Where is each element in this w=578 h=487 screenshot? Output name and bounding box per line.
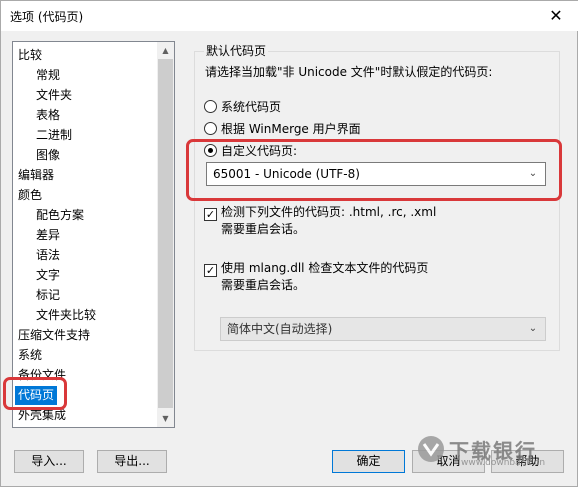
ok-button[interactable]: 确定: [332, 450, 405, 473]
checkbox-checked-icon[interactable]: ✓: [204, 264, 217, 277]
tree-item[interactable]: 表格: [33, 106, 63, 125]
watermark: 下载银行 www.downbank.cn: [417, 432, 567, 468]
watermark-url: www.downbank.cn: [461, 458, 546, 468]
options-dialog: 选项 (代码页) ✕ ▲ ▼ 比较 常规 文件夹 表格 二进制 图像 编辑器 颜色 配色方案 差异…: [0, 0, 578, 487]
codepage-description: 请选择当加载"非 Unicode 文件"时默认假定的代码页:: [205, 65, 493, 79]
highlight-custom-codepage: [186, 139, 562, 201]
radio-icon[interactable]: [204, 100, 217, 113]
detect-codepage-label: 检测下列文件的代码页: .html, .rc, .xml: [221, 205, 437, 219]
highlight-codepage-item: [3, 377, 67, 410]
mlang-label: 使用 mlang.dll 检查文本文件的代码页: [221, 261, 429, 275]
scroll-thumb[interactable]: [158, 59, 173, 408]
watermark-logo-icon: [418, 436, 444, 462]
chevron-down-icon: ⌄: [528, 323, 538, 334]
autodetect-language-value: 简体中文(自动选择): [227, 322, 333, 336]
tree-item[interactable]: 压缩文件支持: [15, 326, 93, 345]
tree-item[interactable]: 编辑器: [15, 166, 57, 185]
window-title: 选项 (代码页): [10, 10, 84, 24]
tree-item[interactable]: 图像: [33, 146, 63, 165]
mlang-restart-note: 需要重启会话。: [221, 278, 306, 292]
close-button[interactable]: ✕: [533, 1, 578, 31]
tree-item[interactable]: 文字: [33, 266, 63, 285]
tree-item[interactable]: 常规: [33, 66, 63, 85]
scroll-down-icon[interactable]: ▼: [157, 410, 174, 427]
tree-item[interactable]: 二进制: [33, 126, 75, 145]
category-tree[interactable]: ▲ ▼ 比较 常规 文件夹 表格 二进制 图像 编辑器 颜色 配色方案 差异 语法 文字 标记 文件夹比较…: [12, 41, 175, 428]
detect-codepage-checkbox-row[interactable]: ✓ 检测下列文件的代码页: .html, .rc, .xml: [204, 204, 436, 221]
tree-scrollbar[interactable]: ▲ ▼: [157, 42, 174, 427]
radio-system-codepage[interactable]: 系统代码页: [204, 99, 281, 115]
autodetect-language-select[interactable]: 简体中文(自动选择) ⌄: [220, 317, 546, 341]
checkbox-checked-icon[interactable]: ✓: [204, 208, 217, 221]
radio-ui-label: 根据 WinMerge 用户界面: [221, 122, 361, 136]
detect-restart-note: 需要重启会话。: [221, 222, 306, 236]
group-title: 默认代码页: [204, 42, 269, 59]
radio-ui-codepage[interactable]: 根据 WinMerge 用户界面: [204, 121, 361, 137]
radio-icon[interactable]: [204, 122, 217, 135]
tree-item[interactable]: 语法: [33, 246, 63, 265]
tree-item[interactable]: 文件夹比较: [33, 306, 99, 325]
tree-item[interactable]: 标记: [33, 286, 63, 305]
tree-item[interactable]: 差异: [33, 226, 63, 245]
default-codepage-group: 默认代码页 请选择当加载"非 Unicode 文件"时默认假定的代码页: 系统代…: [194, 42, 560, 351]
tree-item[interactable]: 系统: [15, 346, 45, 365]
export-button[interactable]: 导出...: [97, 450, 167, 473]
tree-item[interactable]: 比较: [15, 46, 45, 65]
mlang-checkbox-row[interactable]: ✓ 使用 mlang.dll 检查文本文件的代码页: [204, 260, 428, 277]
scroll-up-icon[interactable]: ▲: [157, 42, 174, 59]
tree-item[interactable]: 配色方案: [33, 206, 87, 225]
tree-item[interactable]: 颜色: [15, 186, 45, 205]
import-button[interactable]: 导入...: [14, 450, 84, 473]
radio-system-label: 系统代码页: [221, 100, 282, 114]
tree-item[interactable]: 文件夹: [33, 86, 75, 105]
title-bar: 选项 (代码页) ✕: [1, 1, 578, 31]
group-border: [194, 51, 560, 351]
